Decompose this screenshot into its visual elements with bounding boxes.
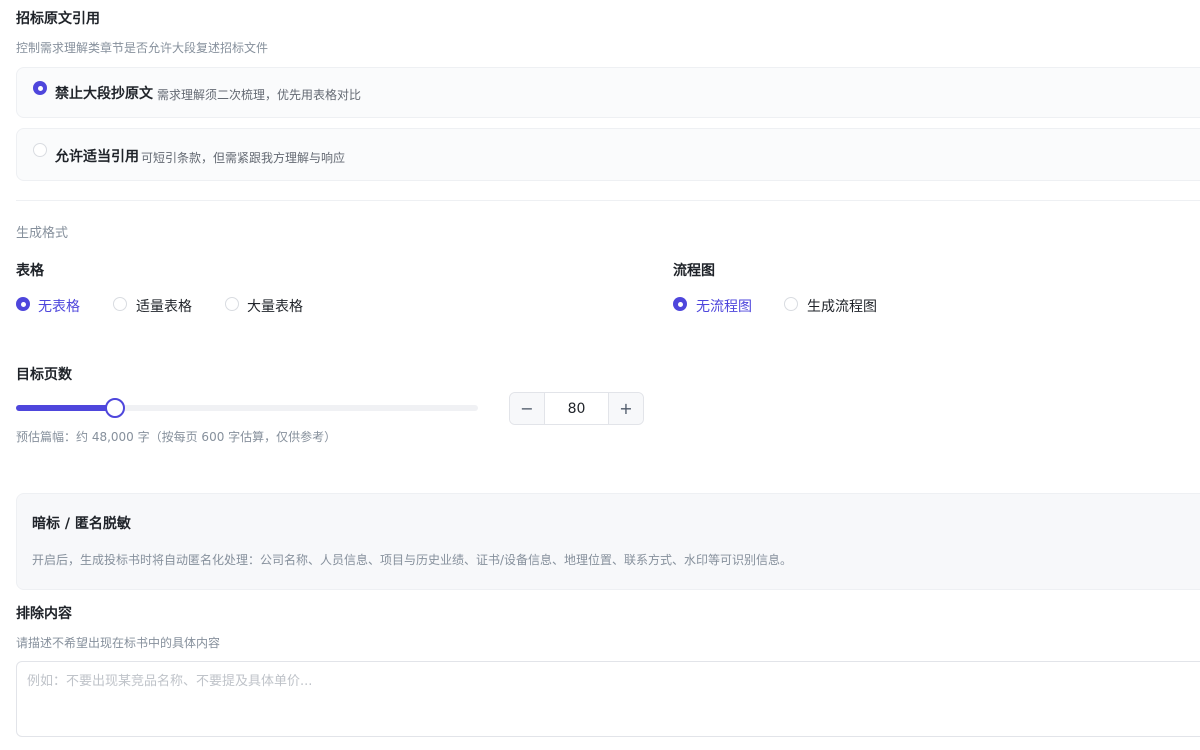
format-section-title: 生成格式 (16, 226, 69, 241)
radio-no-flowchart-label[interactable]: 无流程图 (696, 296, 752, 316)
anonymize-desc: 开启后，生成投标书时将自动匿名化处理：公司名称、人员信息、项目与历史业绩、证书/… (32, 553, 793, 567)
increment-button[interactable]: + (608, 393, 643, 424)
radio-no-flowchart[interactable] (673, 297, 687, 311)
exclude-content-input[interactable] (16, 661, 1200, 737)
section-divider (16, 200, 1200, 201)
radio-gen-flowchart-label[interactable]: 生成流程图 (807, 296, 877, 316)
pages-slider-fill (16, 405, 115, 411)
radio-forbid-copy[interactable] (33, 81, 47, 95)
flowchart-radio-group: 无流程图 生成流程图 (673, 296, 1073, 316)
exclude-title: 排除内容 (16, 606, 72, 622)
decrement-button[interactable]: − (510, 393, 545, 424)
radio-no-table[interactable] (16, 297, 30, 311)
pages-value[interactable]: 80 (545, 393, 608, 424)
option-forbid-label: 禁止大段抄原文 (55, 86, 153, 102)
radio-many-table-label[interactable]: 大量表格 (247, 296, 303, 316)
pages-slider-thumb[interactable] (105, 398, 125, 418)
radio-allow-cite[interactable] (33, 143, 47, 157)
option-allow-desc: 可短引条款，但需紧跟我方理解与响应 (141, 151, 346, 165)
citation-option-forbid[interactable]: 禁止大段抄原文 需求理解须二次梳理，优先用表格对比 (16, 67, 1200, 118)
radio-gen-flowchart[interactable] (784, 297, 798, 311)
radio-no-table-label[interactable]: 无表格 (38, 296, 80, 316)
pages-slider[interactable] (16, 398, 478, 418)
pages-stepper: − 80 + (509, 392, 644, 425)
citation-section-subtitle: 控制需求理解类章节是否允许大段复述招标文件 (16, 41, 269, 55)
radio-moderate-table[interactable] (113, 297, 127, 311)
anonymize-card: 暗标 / 匿名脱敏 开启后，生成投标书时将自动匿名化处理：公司名称、人员信息、项… (16, 493, 1200, 590)
flowchart-group-label: 流程图 (673, 263, 715, 279)
target-pages-label: 目标页数 (16, 367, 72, 383)
table-radio-group: 无表格 适量表格 大量表格 (16, 296, 616, 316)
option-allow-label: 允许适当引用 (55, 149, 139, 165)
radio-moderate-table-label[interactable]: 适量表格 (136, 296, 192, 316)
pages-estimate-text: 预估篇幅：约 48,000 字（按每页 600 字估算，仅供参考） (16, 430, 337, 444)
citation-option-allow[interactable]: 允许适当引用 可短引条款，但需紧跟我方理解与响应 (16, 128, 1200, 181)
table-group-label: 表格 (16, 263, 44, 279)
exclude-subtitle: 请描述不希望出现在标书中的具体内容 (16, 636, 221, 650)
citation-section-title: 招标原文引用 (16, 11, 100, 27)
radio-many-table[interactable] (225, 297, 239, 311)
anonymize-title: 暗标 / 匿名脱敏 (32, 516, 131, 532)
option-forbid-desc: 需求理解须二次梳理，优先用表格对比 (157, 88, 362, 102)
